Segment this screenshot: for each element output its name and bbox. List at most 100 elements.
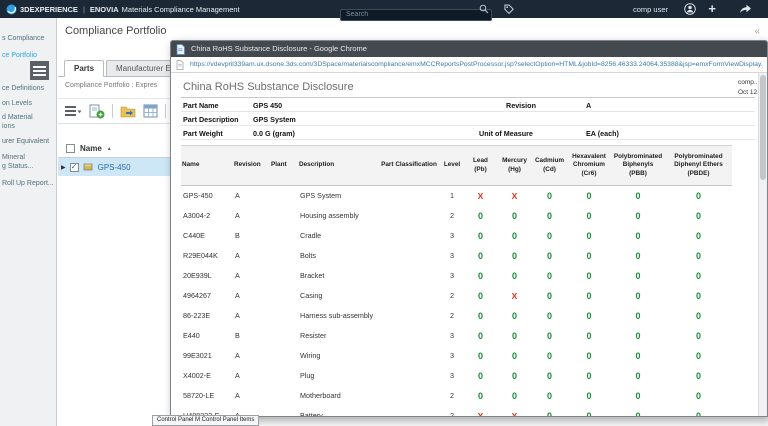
taskbar-fragment[interactable]: Control Panel M Control Panel Items [152, 415, 260, 426]
revision-label: Revision [506, 101, 536, 110]
cell-description: Wiring [300, 351, 321, 360]
import-folder-icon[interactable] [120, 104, 136, 118]
status-mercury: 0 [511, 390, 517, 401]
status-pbde: 0 [695, 290, 701, 301]
substance-row: C440E B Cradle 3 0 0 0 0 0 0 [181, 226, 732, 246]
reports-grid-icon[interactable] [143, 104, 158, 118]
col-plant: Plant [270, 145, 298, 186]
search-input[interactable] [340, 8, 492, 21]
cell-classification [378, 306, 440, 326]
part-weight-label: Part Weight [183, 129, 223, 138]
status-pbde: 0 [695, 410, 701, 417]
cell-level: 2 [450, 291, 454, 300]
status-mercury: 0 [511, 270, 517, 281]
cell-name: 99E3021 [183, 351, 212, 360]
status-pbb: 0 [635, 390, 641, 401]
sidebar-item-restricted-material[interactable]: d Material ions [2, 114, 33, 132]
substance-row: 58720-LE A Motherboard 2 0 0 0 0 0 0 [181, 386, 732, 406]
status-lead: 0 [477, 270, 483, 281]
sidebar-item-compliance-portfolio[interactable]: ce Portfolio [2, 52, 37, 61]
cell-classification [378, 226, 440, 246]
part-name-link[interactable]: GPS-450 [98, 163, 131, 172]
sort-asc-icon[interactable]: ▲ [107, 146, 112, 152]
cell-revision: A [235, 311, 240, 320]
cell-classification [378, 326, 440, 346]
report-body: China RoHS Substance Disclosure comp... … [171, 73, 767, 416]
cell-plant [270, 266, 298, 286]
share-icon[interactable] [739, 4, 752, 14]
cell-classification [378, 246, 440, 266]
status-pbb: 0 [635, 250, 641, 261]
cell-revision: A [235, 291, 240, 300]
status-mercury: 0 [511, 310, 517, 321]
sidebar-item-restriction-levels[interactable]: on Levels [2, 100, 32, 109]
user-label[interactable]: comp user [633, 5, 668, 14]
status-chromium: 0 [586, 210, 592, 221]
brand: 3DEXPERIENCE | ENOVIA Materials Complian… [6, 0, 240, 18]
brand-secondary: ENOVIA [89, 4, 119, 14]
status-cadmium: 0 [546, 370, 552, 381]
col-mercury: Mercury (Hg) [497, 145, 532, 186]
left-nav: s Compliance ce Portfolio ce Definitions… [0, 18, 57, 426]
status-pbde: 0 [695, 270, 701, 281]
expand-row-icon[interactable]: ▶ [61, 164, 66, 171]
window-title: China RoHS Substance Disclosure - Google… [191, 44, 367, 53]
cell-classification [378, 406, 440, 417]
tab-parts[interactable]: Parts [64, 60, 105, 77]
toolbar-separator [165, 104, 166, 118]
scrollbar-thumb[interactable] [760, 75, 766, 180]
substance-row: 4964267 A Casing 2 0 X 0 0 0 0 [181, 286, 732, 306]
cell-revision: B [235, 231, 240, 240]
uom-label: Unit of Measure [479, 129, 533, 138]
cell-revision: A [235, 211, 240, 220]
cell-plant [270, 406, 298, 417]
substance-table: Name Revision Plant Description Part Cla… [181, 145, 732, 416]
cell-name: A3004-2 [183, 211, 211, 220]
create-part-icon[interactable] [89, 104, 105, 119]
sidebar-item-manufacturer-equivalent[interactable]: urer Equivalent [2, 138, 49, 147]
cell-classification [378, 386, 440, 406]
cell-classification [378, 366, 440, 386]
select-all-checkbox[interactable] [66, 144, 75, 153]
sidebar-item-materials-compliance[interactable]: s Compliance [2, 35, 44, 44]
cell-description: Plug [300, 371, 315, 380]
cell-description: Bolts [300, 251, 316, 260]
address-bar[interactable]: https://vdevpril339am.ux.dsone.3ds.com/3… [171, 57, 767, 73]
search-icon[interactable] [479, 4, 489, 14]
sidebar-item-mineral-reporting-status[interactable]: Mineral g Status... [2, 154, 34, 172]
cell-classification [378, 186, 440, 206]
row-checkbox[interactable] [69, 162, 79, 172]
sidebar-item-roll-up-report[interactable]: Roll Up Report... [2, 180, 54, 189]
cell-description: Resister [300, 331, 327, 340]
3ds-logo-icon [6, 4, 17, 14]
panel-collapse-icon[interactable]: « [754, 26, 760, 37]
status-chromium: 0 [586, 350, 592, 361]
tag-icon[interactable] [504, 4, 514, 14]
name-column-header[interactable]: Name [80, 144, 102, 153]
substance-row: X4002-E A Plug 3 0 0 0 0 0 0 [181, 366, 732, 386]
col-lead: Lead (Pb) [464, 145, 497, 186]
add-icon[interactable]: + [708, 0, 716, 18]
cell-level: 2 [450, 411, 454, 416]
cell-classification [378, 266, 440, 286]
sidebar-item-compliance-definitions[interactable]: ce Definitions [2, 85, 44, 94]
popup-scrollbar[interactable] [758, 73, 767, 416]
menu-toggle-icon[interactable] [30, 61, 49, 80]
status-mercury: 0 [511, 250, 517, 261]
substance-row: 86-223E A Harness sub-assembly 2 0 0 0 0… [181, 306, 732, 326]
uom-value: EA (each) [586, 129, 619, 138]
substance-table-header: Name Revision Plant Description Part Cla… [181, 145, 732, 186]
cell-description: Battery [300, 411, 323, 416]
substance-row: 20E939L A Bracket 3 0 0 0 0 0 0 [181, 266, 732, 286]
cell-name: 4964267 [183, 291, 211, 300]
part-description-label: Part Description [183, 115, 239, 124]
user-avatar-icon[interactable] [684, 3, 696, 15]
status-pbde: 0 [695, 210, 701, 221]
actions-menu-icon[interactable] [65, 104, 82, 118]
cell-description: Harness sub-assembly [300, 311, 374, 320]
col-description: Description [298, 145, 378, 186]
report-heading: China RoHS Substance Disclosure [183, 81, 354, 93]
substance-row: H488222-E A Battery 2 X X 0 0 0 0 [181, 406, 732, 417]
form-row-part-weight: Part Weight 0.0 G (gram) Unit of Measure… [181, 126, 755, 140]
window-titlebar[interactable]: China RoHS Substance Disclosure - Google… [171, 41, 767, 57]
